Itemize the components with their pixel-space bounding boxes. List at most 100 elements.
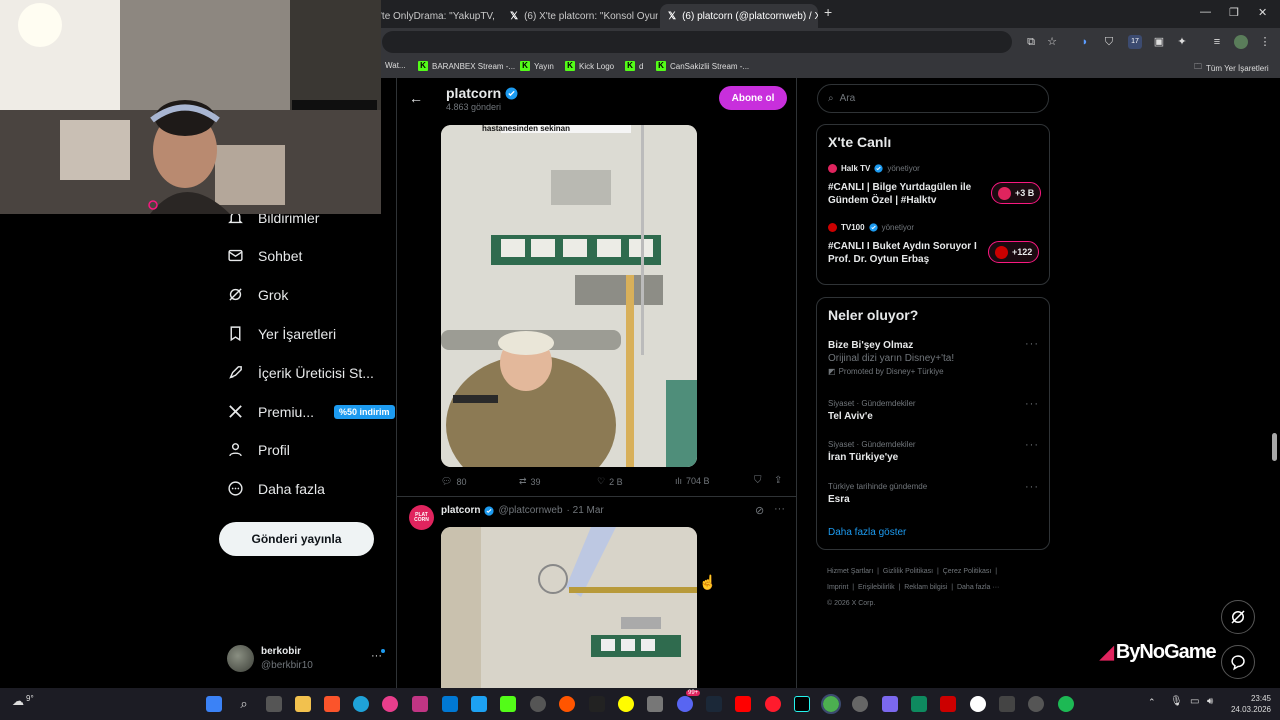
snapchat-icon[interactable]: [618, 696, 634, 712]
bookmark[interactable]: K CanSakizlii Stream -...: [656, 61, 749, 71]
more-icon[interactable]: ···: [774, 503, 785, 515]
more-icon[interactable]: ···: [1025, 338, 1039, 350]
shield-icon[interactable]: ⛉: [1102, 35, 1116, 49]
start-icon[interactable]: [206, 696, 222, 712]
address-bar[interactable]: [382, 31, 1012, 53]
profile-avatar[interactable]: [1234, 35, 1248, 49]
bookmark[interactable]: K Kick Logo: [565, 61, 614, 71]
subscribe-button[interactable]: Abone ol: [719, 86, 787, 110]
nav-item-premium[interactable]: Premiu... %50 indirim: [227, 403, 395, 420]
footer-link[interactable]: Daha fazla ···: [957, 584, 999, 591]
obs-icon[interactable]: [1028, 696, 1044, 712]
window-close-icon[interactable]: ✕: [1258, 6, 1267, 19]
edge-icon[interactable]: [353, 696, 369, 712]
browser-tab[interactable]: 𝕏 (6) X'te platcorn: "Konsol Oyun ✕: [502, 4, 658, 28]
nav-item-creator-studio[interactable]: İçerik Üreticisi St...: [227, 364, 374, 381]
yandex-icon[interactable]: [970, 696, 986, 712]
live-stream-title[interactable]: #CANLI | Bilge Yurtdagülen ile Gündem Öz…: [828, 181, 983, 207]
instagram-icon[interactable]: [412, 696, 428, 712]
settings-icon[interactable]: [852, 696, 868, 712]
post-image[interactable]: hastanesinden sekinan: [441, 125, 697, 467]
views-button[interactable]: ılı 704 B: [675, 476, 710, 486]
clock[interactable]: 23:45 24.03.2026: [1227, 693, 1271, 715]
soundcloud-icon[interactable]: [559, 696, 575, 712]
trend-item[interactable]: Siyaset · Gündemdekiler Tel Aviv'e: [828, 399, 1033, 422]
file-explorer-icon[interactable]: [295, 696, 311, 712]
steam-icon[interactable]: [706, 696, 722, 712]
speaker-icon[interactable]: 🔊︎: [1207, 696, 1213, 707]
more-icon[interactable]: ···: [1025, 481, 1039, 493]
share-icon[interactable]: ⇪: [774, 475, 782, 486]
footer-link[interactable]: Reklam bilgisi: [904, 584, 947, 591]
puzzle-icon[interactable]: ✦: [1175, 35, 1189, 49]
all-bookmarks[interactable]: 🗀 Tüm Yer İşaretleri: [1194, 61, 1269, 75]
browser-tab[interactable]: 'te OnlyDrama: "YakupTV, ✕: [372, 4, 500, 28]
nav-item-profile[interactable]: Profil: [227, 441, 290, 458]
opera-icon[interactable]: [765, 696, 781, 712]
nav-item-chat[interactable]: Sohbet: [227, 247, 302, 264]
bookmark[interactable]: K BARANBEX Stream -...: [418, 61, 515, 71]
live-listeners-pill[interactable]: +3 B: [991, 182, 1042, 204]
browser-tab-active[interactable]: 𝕏 (6) platcorn (@platcornweb) / X ✕: [660, 4, 818, 28]
weather-widget[interactable]: ☁ 9°: [12, 694, 34, 708]
post-button[interactable]: Gönderi yayınla: [219, 522, 374, 556]
search-input[interactable]: ⌕ Ara: [817, 84, 1049, 113]
live-stream-title[interactable]: #CANLI I Buket Aydın Soruyor I Prof. Dr.…: [828, 240, 983, 266]
bookmark[interactable]: Kd: [625, 61, 643, 71]
footer-link[interactable]: Hizmet Şartları: [827, 568, 873, 575]
trend-item[interactable]: Bize Bi'şey Olmaz Orijinal dizi yarın Di…: [828, 340, 1033, 376]
extension-badge-icon[interactable]: 17: [1128, 35, 1142, 49]
store-icon[interactable]: [442, 696, 458, 712]
show-more-link[interactable]: Daha fazla göster: [828, 527, 906, 538]
footer-link[interactable]: Çerez Politikası: [943, 568, 992, 575]
repost-button[interactable]: ⇄ 39: [519, 476, 541, 487]
minimize-icon[interactable]: —: [1200, 6, 1211, 18]
app-icon[interactable]: [940, 696, 956, 712]
app-icon[interactable]: [911, 696, 927, 712]
tiktok-icon[interactable]: [794, 696, 810, 712]
avatar[interactable]: PLAT CORN: [409, 505, 434, 530]
spotify-icon[interactable]: [1058, 696, 1074, 712]
twitter-icon[interactable]: [471, 696, 487, 712]
new-tab-icon[interactable]: +: [824, 4, 832, 20]
page-scrollbar[interactable]: [1272, 433, 1277, 461]
chrome-icon[interactable]: [821, 694, 841, 714]
bookmark[interactable]: K Yayın: [520, 61, 554, 71]
monitor-icon[interactable]: ▭: [1190, 696, 1199, 707]
post-image[interactable]: [441, 527, 697, 688]
footer-link[interactable]: Imprint: [827, 584, 848, 591]
post-author-name[interactable]: platcorn: [441, 505, 480, 516]
messages-floating-button[interactable]: [1221, 645, 1255, 679]
nav-item-more[interactable]: Daha fazla: [227, 480, 325, 497]
install-app-icon[interactable]: ⧉: [1024, 35, 1038, 49]
extension-icon[interactable]: ▣: [1152, 35, 1166, 49]
like-button[interactable]: ♡ 2 B: [597, 476, 623, 487]
nav-item-bookmarks[interactable]: Yer İşaretleri: [227, 325, 336, 342]
star-icon[interactable]: ☆: [1045, 35, 1059, 49]
chevron-up-icon[interactable]: ⌃: [1148, 697, 1156, 708]
kick-icon[interactable]: [500, 696, 516, 712]
trend-item[interactable]: Türkiye tarihinde gündemde Esra: [828, 482, 1033, 505]
speedometer-icon[interactable]: [530, 696, 546, 712]
search-icon[interactable]: ⌕: [236, 696, 252, 712]
avatar[interactable]: [227, 645, 254, 672]
live-listeners-pill[interactable]: +122: [988, 241, 1040, 263]
maximize-icon[interactable]: ❐: [1229, 6, 1239, 19]
app-icon[interactable]: [882, 696, 898, 712]
media-icon[interactable]: ≡: [1210, 35, 1224, 49]
youtube-icon[interactable]: [735, 696, 751, 712]
nav-item-grok[interactable]: Grok: [227, 286, 288, 303]
back-arrow-icon[interactable]: ←: [409, 90, 423, 106]
footer-link[interactable]: Erişilebilirlik: [858, 584, 895, 591]
extension-icon[interactable]: ◗: [1078, 35, 1092, 49]
app-icon[interactable]: [647, 696, 663, 712]
footer-link[interactable]: Gizlilik Politikası: [883, 568, 933, 575]
microphone-icon[interactable]: 🎙︎: [1170, 696, 1183, 707]
more-icon[interactable]: ···: [1025, 398, 1039, 410]
bookmark[interactable]: Wat...: [385, 61, 406, 70]
live-host[interactable]: Halk TV yönetiyor: [828, 164, 920, 173]
menu-icon[interactable]: ⋮: [1258, 35, 1272, 49]
task-view-icon[interactable]: [266, 696, 282, 712]
grok-icon[interactable]: ⊘: [755, 504, 764, 517]
media-player-icon[interactable]: [382, 696, 398, 712]
